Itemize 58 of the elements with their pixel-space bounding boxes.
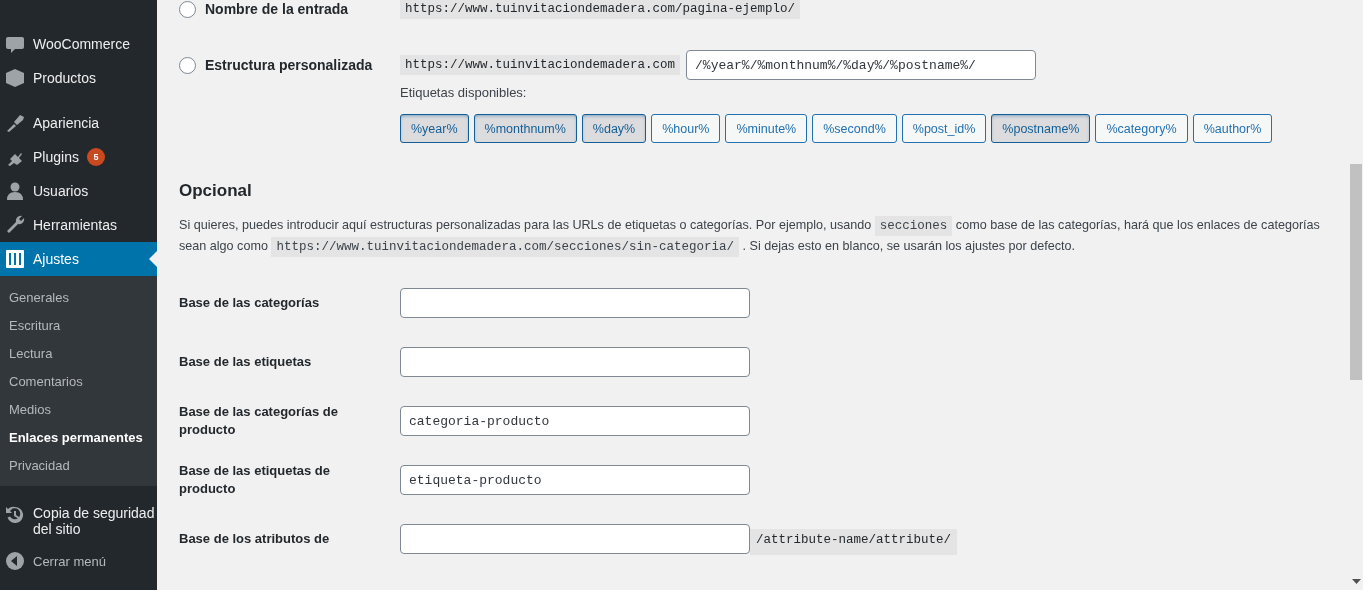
radio-button[interactable] — [179, 0, 196, 18]
tag-button[interactable]: %postname% — [991, 114, 1091, 143]
collapse-icon — [5, 551, 25, 571]
option-label: Estructura personalizada — [205, 57, 373, 73]
menu-icon — [5, 181, 25, 201]
count-badge: 5 — [86, 148, 105, 166]
submenu-item[interactable]: Lectura — [0, 339, 157, 367]
structure-input[interactable]: /%year%/%monthnum%/%day%/%postname%/ — [686, 50, 1037, 80]
tag-button[interactable]: %monthnum% — [473, 114, 577, 143]
url-suffix: /attribute-name/attribute/ — [750, 529, 958, 555]
submenu-item[interactable]: Enlaces permanentes — [0, 423, 157, 451]
tag-button[interactable]: %year% — [400, 114, 469, 143]
menu-icon — [5, 113, 25, 133]
tag-button[interactable]: %author% — [1192, 114, 1273, 143]
menu-icon — [5, 34, 25, 54]
tag-button[interactable]: %second% — [812, 114, 897, 143]
tag-button[interactable]: %post_id% — [901, 114, 987, 143]
menu-icon — [5, 249, 25, 269]
collapse-menu-button[interactable]: Cerrar menú — [0, 537, 157, 571]
menu-item[interactable]: Productos — [0, 61, 157, 95]
scrollbar-thumb[interactable] — [1350, 164, 1362, 380]
scroll-down-icon[interactable] — [1352, 579, 1361, 585]
tag-button[interactable]: %day% — [581, 114, 647, 143]
menu-item[interactable]: WooCommerce — [0, 27, 157, 61]
text-field[interactable] — [400, 347, 750, 377]
field-label: Base de las categorías de producto — [179, 403, 339, 439]
menu-item[interactable]: Plugins 5 — [0, 140, 157, 174]
submenu-item[interactable]: Privacidad — [0, 451, 157, 479]
section-heading: Opcional — [179, 181, 253, 201]
text-field[interactable]: categoria-producto — [400, 406, 750, 436]
menu-item[interactable]: Usuarios — [0, 174, 157, 208]
tags-label: Etiquetas disponibles: — [400, 85, 528, 100]
text-field[interactable] — [400, 288, 750, 318]
menu-item[interactable]: Apariencia — [0, 106, 157, 140]
tag-button[interactable]: %hour% — [651, 114, 721, 143]
field-label: Base de las etiquetas — [179, 353, 313, 371]
submenu-item[interactable]: Generales — [0, 283, 157, 311]
tag-button[interactable]: %minute% — [725, 114, 808, 143]
text-field[interactable]: etiqueta-producto — [400, 465, 750, 495]
menu-icon — [5, 68, 25, 88]
field-label: Base de las categorías — [179, 294, 321, 312]
submenu-item[interactable]: Escritura — [0, 311, 157, 339]
menu-item[interactable]: Herramientas — [0, 208, 157, 242]
tag-button[interactable]: %category% — [1095, 114, 1188, 143]
submenu-item[interactable]: Comentarios — [0, 367, 157, 395]
text-field[interactable] — [400, 524, 750, 554]
menu-item[interactable]: Copia de seguridad del sitio — [0, 486, 157, 537]
option-label: Nombre de la entrada — [205, 1, 349, 17]
url-example: https://www.tuinvitaciondemadera.com — [400, 55, 681, 75]
submenu-item[interactable]: Medios — [0, 395, 157, 423]
field-label: Base de los atributos de — [179, 530, 331, 548]
radio-button[interactable] — [179, 56, 196, 74]
menu-item[interactable]: Ajustes — [0, 242, 157, 276]
description-text: Si quieres, puedes introducir aquí estructuras personalizadas para las URLs de etiquetas o categorías. Por ejemplo, usando secciones como base de las categorías, hará que los enlaces de categorías sean algo como https://www.tuinvitaciondemadera.com/secciones/sin-categoria/ . Si dejas esto en blanco, se usarán los ajustes por defecto. — [179, 215, 1344, 257]
history-icon — [5, 505, 25, 525]
field-label: Base de las etiquetas de producto — [179, 462, 331, 498]
url-example: https://www.tuinvitaciondemadera.com/pagina-ejemplo/ — [400, 0, 801, 19]
menu-icon — [5, 215, 25, 235]
